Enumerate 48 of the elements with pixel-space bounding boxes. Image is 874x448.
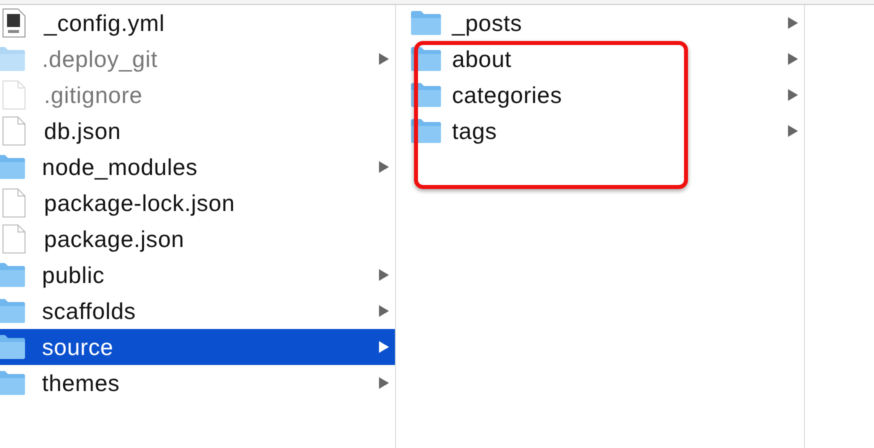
folder-icon [0,262,26,288]
file-row[interactable]: package-lock.json [0,185,395,221]
file-row[interactable]: about [396,41,804,77]
disclosure-arrow-icon [379,341,389,353]
folder-icon [0,370,26,396]
file-name: themes [42,370,121,396]
file-row[interactable]: .deploy_git [0,41,395,77]
file-name: db.json [44,118,122,144]
folder-icon [410,10,442,36]
file-name: _config.yml [44,10,166,36]
disclosure-arrow-icon [379,269,389,281]
folder-icon [0,334,26,360]
file-row[interactable]: public [0,257,395,293]
file-row[interactable]: source [0,329,395,365]
file-name: node_modules [42,154,199,180]
file-row[interactable]: _posts [396,5,804,41]
file-row[interactable]: scaffolds [0,293,395,329]
file-name: package-lock.json [44,190,236,216]
folder-icon [0,46,26,72]
disclosure-arrow-icon [379,53,389,65]
disclosure-arrow-icon [788,125,798,137]
file-row[interactable]: themes [0,365,395,401]
disclosure-arrow-icon [379,377,389,389]
disclosure-arrow-icon [379,161,389,173]
file-name: categories [452,82,564,108]
file-row[interactable]: .gitignore [0,77,395,113]
disclosure-arrow-icon [788,89,798,101]
file-name: tags [452,118,498,144]
file-row[interactable]: tags [396,113,804,149]
file-name: .gitignore [44,82,144,108]
file-name: package.json [44,226,186,252]
file-name: public [42,262,106,288]
file-name: _posts [452,10,524,36]
folder-icon [0,154,26,180]
file-name: source [42,334,114,360]
folder-icon [0,298,26,324]
file-row[interactable]: package.json [0,221,395,257]
file-row[interactable]: _config.yml [0,5,395,41]
disclosure-arrow-icon [379,305,389,317]
file-row[interactable]: categories [396,77,804,113]
file-row[interactable]: node_modules [0,149,395,185]
file-name: about [452,46,513,72]
file-name: scaffolds [42,298,137,324]
file-row[interactable]: db.json [0,113,395,149]
document-icon [2,80,26,110]
disclosure-arrow-icon [788,53,798,65]
disclosure-arrow-icon [788,17,798,29]
file-name: .deploy_git [42,46,159,72]
